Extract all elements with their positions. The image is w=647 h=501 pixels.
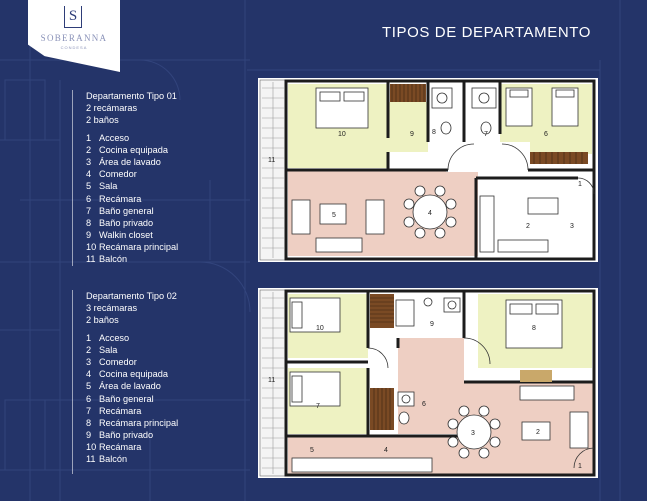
legend-text: Departamento Tipo 02 3 recámaras 2 baños… [86, 290, 226, 466]
room-item: 7 Recámara [86, 405, 142, 416]
room-item: 10 Recámara principal [86, 242, 179, 253]
room-item: 1 Acceso [86, 332, 130, 343]
legend-text: Departamento Tipo 01 2 recámaras 2 baños… [86, 90, 226, 266]
room-item: 2 Cocina equipada [86, 144, 168, 155]
plan1-label: 2 [526, 223, 530, 230]
plan2-label: 10 [316, 325, 324, 332]
plan2-label: 11 [268, 377, 275, 384]
room-item: 6 Recámara [86, 193, 142, 204]
plan1-label: 7 [484, 131, 488, 138]
room-item: 8 Recámara principal [86, 417, 179, 428]
room-item: 2 Sala [86, 344, 118, 355]
logo-subtitle: CONDESA [60, 45, 88, 50]
page-title: TIPOS DE DEPARTAMENTO [382, 24, 592, 41]
unit-summary: 3 recámaras [86, 303, 138, 314]
room-item: 9 Walkin closet [86, 230, 153, 241]
room-item: 4 Comedor [86, 169, 137, 180]
room-item: 7 Baño general [86, 205, 154, 216]
plan2-label: 3 [471, 430, 475, 437]
plan1-label: 11 [268, 157, 275, 164]
plan1-label: 6 [544, 131, 548, 138]
logo-mark: S [64, 6, 82, 28]
plan1-label: 5 [332, 212, 336, 219]
plan1-label: 1 [578, 181, 582, 188]
plan1-label: 9 [410, 131, 414, 138]
unit-heading: Departamento Tipo 02 [86, 291, 177, 301]
plan1-label: 10 [338, 131, 346, 138]
room-item: 6 Baño general [86, 393, 154, 404]
plan2-label: 4 [384, 447, 388, 454]
unit-summary: 2 recámaras [86, 103, 138, 114]
unit-summary: 2 baños [86, 315, 119, 326]
plan2-label: 2 [536, 429, 540, 436]
floor-plan-type-02: 1 2 3 4 5 6 7 8 9 10 11 [258, 288, 598, 478]
room-item: 3 Comedor [86, 356, 137, 367]
room-item: 8 Baño privado [86, 217, 154, 228]
floor-plan-type-01: 1 2 3 4 5 6 7 8 9 10 11 [258, 78, 598, 262]
plan2-label: 6 [422, 401, 426, 408]
plan1-label: 3 [570, 223, 574, 230]
room-item: 1 Acceso [86, 132, 130, 143]
plan2-label: 1 [578, 463, 582, 470]
room-item: 11 Balcón [86, 454, 128, 465]
plan2-label: 7 [316, 403, 320, 410]
legend-divider [72, 290, 73, 474]
room-item: 9 Baño privado [86, 430, 154, 441]
plan2-label: 9 [430, 321, 434, 328]
plan1-label: 4 [428, 210, 432, 217]
plan2-label: 8 [532, 325, 536, 332]
plan1-label: 8 [432, 129, 436, 136]
room-item: 5 Sala [86, 181, 118, 192]
room-item: 10 Recámara [86, 442, 142, 453]
logo-name: SOBERANNA [40, 33, 108, 43]
room-item: 3 Área de lavado [86, 156, 161, 167]
plan2-label: 5 [310, 447, 314, 454]
unit-summary: 2 baños [86, 115, 119, 126]
unit-heading: Departamento Tipo 01 [86, 91, 177, 101]
room-item: 5 Área de lavado [86, 381, 161, 392]
room-item: 4 Cocina equipada [86, 369, 168, 380]
legend-divider [72, 90, 73, 266]
room-item: 11 Balcón [86, 254, 128, 265]
